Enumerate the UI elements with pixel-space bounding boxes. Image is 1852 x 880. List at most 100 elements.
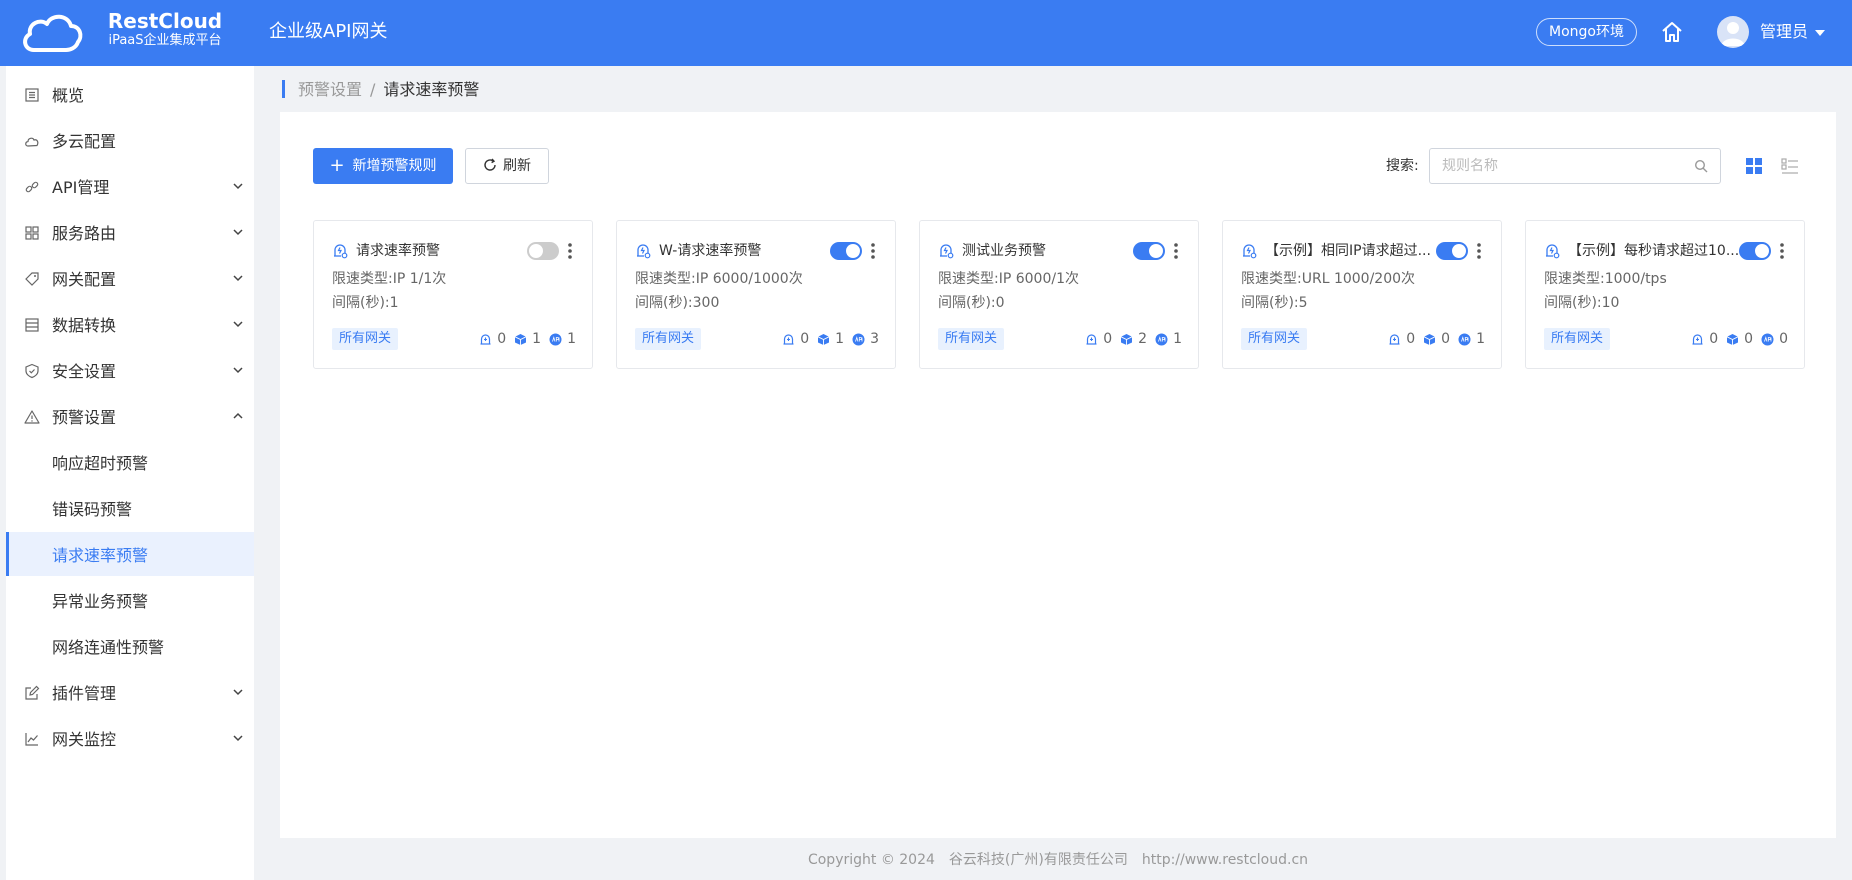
chevron-up-icon [233,412,243,419]
grid-view-icon[interactable] [1745,157,1763,175]
interval-label: 间隔(秒): [938,295,996,311]
rate-type: 限速类型:IP 6000/1000次 [635,270,803,288]
cloud-logo-icon [23,14,83,52]
more-vertical-icon[interactable] [1475,241,1483,261]
chevron-down-icon [233,275,243,282]
card-title: 【示例】相同IP请求超过... [1265,243,1431,259]
home-icon[interactable] [1660,20,1684,44]
sidebar-item-business-alert[interactable]: 异常业务预警 [6,578,254,622]
list-icon [25,88,39,102]
list-view-icon[interactable] [1781,157,1799,175]
card-stats: 0 1 1 [479,330,576,348]
chevron-down-icon [233,321,243,328]
breadcrumb-parent[interactable]: 预警设置 [298,80,362,99]
interval: 间隔(秒):300 [635,294,719,312]
chevron-down-icon [233,367,243,374]
enable-toggle[interactable] [1436,242,1468,260]
more-vertical-icon[interactable] [1172,241,1180,261]
sidebar-item-timeout-alert[interactable]: 响应超时预警 [6,440,254,484]
more-vertical-icon[interactable] [869,241,877,261]
more-vertical-icon[interactable] [1778,241,1786,261]
sidebar-item-label: API管理 [52,178,110,197]
sidebar-item-plugins[interactable]: 插件管理 [6,670,254,714]
env-switch-button[interactable]: Mongo环境 [1536,18,1637,46]
sidebar-item-alerts[interactable]: 预警设置 [6,394,254,438]
rule-card[interactable]: 测试业务预警 限速类型:IP 6000/1次 间隔(秒):0 所有网关 0 2 … [919,220,1199,369]
footer-url[interactable]: http://www.restcloud.cn [1142,852,1308,868]
rate-type-label: 限速类型: [1241,271,1302,287]
link-icon [25,181,39,193]
card-title: 请求速率预警 [356,243,440,259]
breadcrumb-separator: / [370,80,376,99]
card-stats: 0 1 3 [782,330,879,348]
stat-value: 1 [567,331,576,347]
sidebar-item-security[interactable]: 安全设置 [6,348,254,392]
interval: 间隔(秒):10 [1544,294,1619,312]
cube-icon [1726,333,1739,345]
plus-icon: + [329,155,345,176]
sidebar-item-multicloud[interactable]: 多云配置 [6,118,254,162]
sidebar-item-label: 网络连通性预警 [52,638,165,657]
refresh-label: 刷新 [503,158,531,174]
rule-card[interactable]: W-请求速率预警 限速类型:IP 6000/1000次 间隔(秒):300 所有… [616,220,896,369]
sidebar-item-routing[interactable]: 服务路由 [6,210,254,254]
stat-value: 0 [1744,331,1754,347]
user-name[interactable]: 管理员 [1760,21,1808,43]
sidebar-item-label: 请求速率预警 [52,546,149,565]
sidebar-item-rate-alert[interactable]: 请求速率预警 [6,532,254,576]
chevron-down-icon [233,229,243,236]
rate-type-label: 限速类型: [635,271,696,287]
search-icon[interactable] [1694,159,1708,173]
sidebar-item-connectivity-alert[interactable]: 网络连通性预警 [6,624,254,668]
sidebar-item-label: 网关配置 [52,270,117,289]
toggle-knob [1452,244,1466,258]
rule-card[interactable]: 请求速率预警 限速类型:IP 1/1次 间隔(秒):1 所有网关 0 1 1 [313,220,593,369]
rule-card[interactable]: 【示例】每秒请求超过10... 限速类型:1000/tps 间隔(秒):10 所… [1525,220,1805,369]
enable-toggle[interactable] [1739,242,1771,260]
sidebar-item-gateway-config[interactable]: 网关配置 [6,256,254,300]
stat-value: 0 [1441,331,1451,347]
rate-type-value: 1000/tps [1604,271,1667,287]
rate-type-value: URL 1000/200次 [1301,271,1416,287]
sidebar-item-label: 多云配置 [52,132,117,151]
add-rule-button[interactable]: + 新增预警规则 [313,148,453,184]
sidebar-item-label: 概览 [52,86,85,105]
sidebar-item-error-code-alert[interactable]: 错误码预警 [6,486,254,530]
user-icon [1721,22,1745,46]
interval: 间隔(秒):1 [332,294,399,312]
api-icon [1155,333,1168,345]
gateway-tag: 所有网关 [332,328,399,350]
avatar[interactable] [1717,16,1749,48]
interval-value: 0 [995,295,1005,311]
refresh-button[interactable]: 刷新 [465,148,549,184]
brand: RestCloud iPaaS企业集成平台 [100,10,230,50]
more-vertical-icon[interactable] [566,241,574,261]
sidebar-item-label: 服务路由 [52,224,117,243]
enable-toggle[interactable] [1133,242,1165,260]
enable-toggle[interactable] [527,242,559,260]
shield-icon [25,363,39,379]
breadcrumb: 预警设置 / 请求速率预警 [298,80,479,100]
toggle-knob [846,244,860,258]
cube-icon [1120,333,1133,345]
cube-icon [1423,333,1436,345]
rate-type-value: IP 6000/1000次 [695,271,803,287]
chevron-down-icon [233,735,243,742]
sidebar-item-monitoring[interactable]: 网关监控 [6,716,254,760]
app-title: 企业级API网关 [269,21,388,42]
toggle-knob [529,244,543,258]
gateway-tag: 所有网关 [1544,328,1611,350]
caret-down-icon[interactable] [1815,30,1825,36]
sidebar-item-data-transform[interactable]: 数据转换 [6,302,254,346]
stat-value: 2 [1138,331,1148,347]
rule-card[interactable]: 【示例】相同IP请求超过... 限速类型:URL 1000/200次 间隔(秒)… [1222,220,1502,369]
sidebar-item-label: 错误码预警 [52,500,133,519]
sidebar-item-overview[interactable]: 概览 [6,72,254,116]
card-stats: 0 2 1 [1085,330,1182,348]
search-input[interactable] [1429,148,1721,184]
sidebar-item-api[interactable]: API管理 [6,164,254,208]
enable-toggle[interactable] [830,242,862,260]
stat-value: 1 [1173,331,1182,347]
stat-value: 0 [800,331,810,347]
alert-count-icon [1389,333,1400,345]
